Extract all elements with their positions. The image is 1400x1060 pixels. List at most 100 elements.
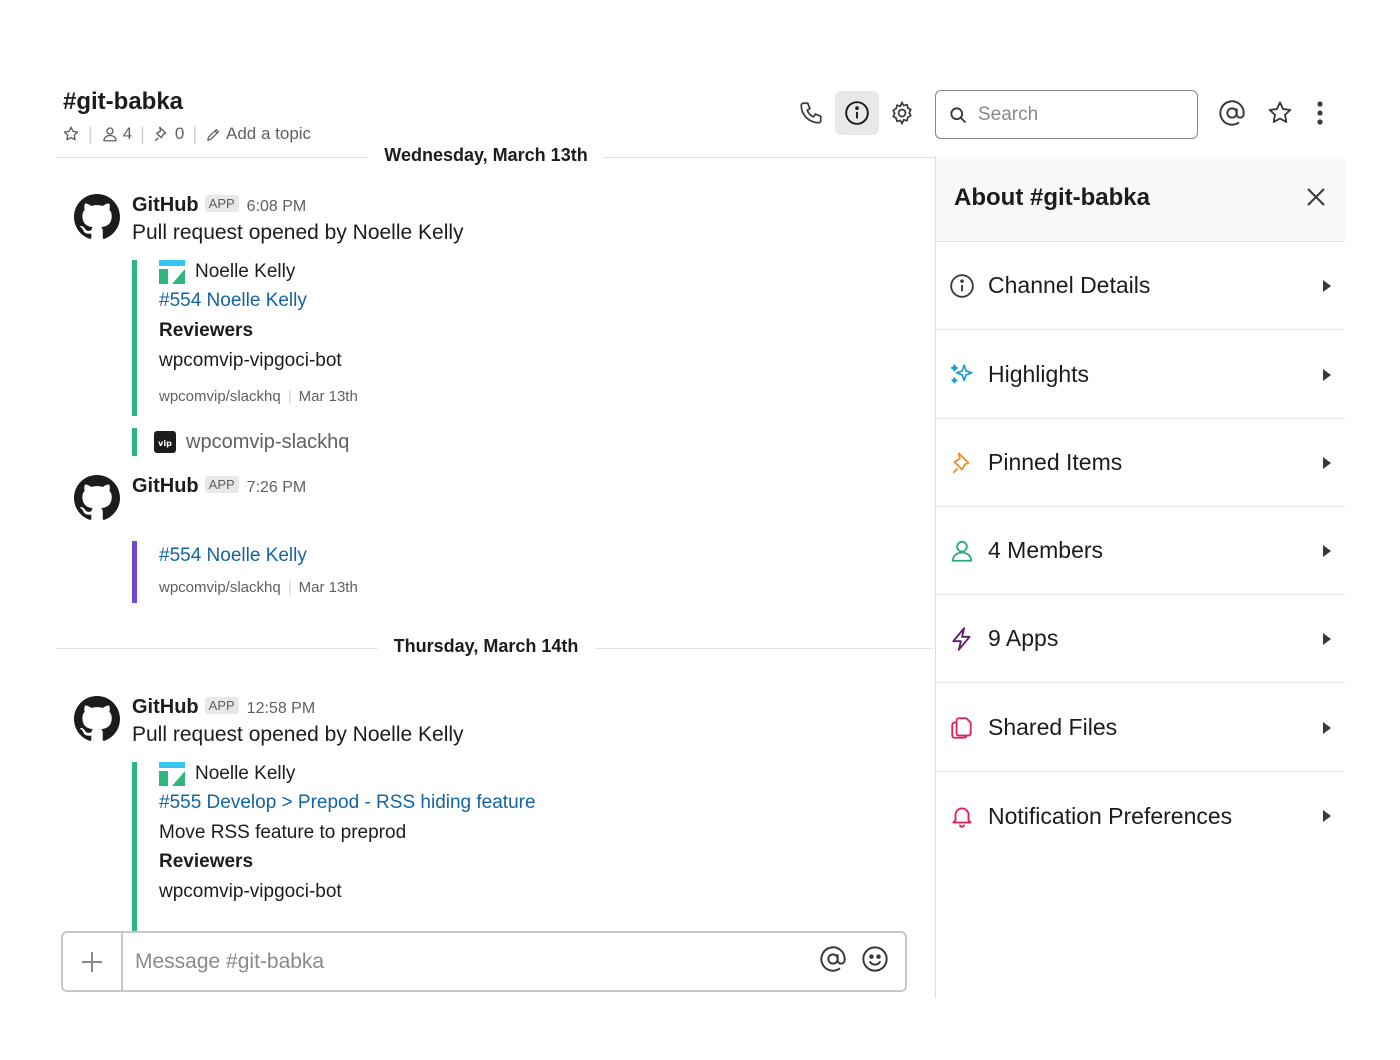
star-icon: [1268, 101, 1292, 123]
bell-icon: [949, 803, 975, 829]
sender-name[interactable]: GitHub: [132, 475, 199, 498]
attachment-description: Move RSS feature to preprod: [159, 822, 407, 843]
message-timestamp[interactable]: 12:58 PM: [247, 700, 315, 718]
attachment-title-link[interactable]: #554 Noelle Kelly: [159, 545, 307, 567]
date-divider-label[interactable]: Thursday, March 14th: [377, 636, 595, 657]
channel-details-panel: About #git-babka Channel Details Highlig…: [935, 156, 1345, 998]
caret-right-icon: [1323, 544, 1331, 557]
mentions-button[interactable]: [1210, 91, 1254, 135]
message: GitHub APP 12:58 PM Pull request opened …: [74, 696, 924, 932]
attachment: Noelle Kelly #554 Noelle Kelly Reviewers…: [132, 260, 732, 416]
close-icon: [1307, 188, 1325, 206]
caret-right-icon: [1323, 632, 1331, 645]
date-divider-label[interactable]: Wednesday, March 13th: [368, 145, 604, 166]
sender-name[interactable]: GitHub: [132, 696, 199, 719]
attachment-footer: wpcomvip/slackhq | Mar 13th: [159, 388, 358, 405]
attachment-field-title: Reviewers: [159, 320, 254, 341]
attachment-footer-repo[interactable]: wpcomvip/slackhq: [159, 579, 281, 596]
message-text: Pull request opened by Noelle Kelly: [132, 723, 464, 746]
attachment-author-name[interactable]: Noelle Kelly: [195, 763, 295, 785]
smiley-icon: [862, 946, 888, 972]
attachment: #554 Noelle Kelly wpcomvip/slackhq | Mar…: [132, 541, 732, 603]
attachment-author: Noelle Kelly: [159, 260, 295, 284]
more-menu-button[interactable]: [1298, 91, 1342, 135]
panel-item-label: Highlights: [988, 361, 1089, 387]
panel-item-apps[interactable]: 9 Apps: [936, 595, 1345, 683]
attachment-author: Noelle Kelly: [159, 762, 295, 786]
caret-right-icon: [1323, 279, 1331, 292]
panel-item-pinned[interactable]: Pinned Items: [936, 419, 1345, 507]
message-timestamp[interactable]: 6:08 PM: [247, 198, 307, 216]
message-text: Pull request opened by Noelle Kelly: [132, 221, 464, 244]
attachment-footer-date: Mar 13th: [298, 388, 358, 405]
panel-title: About #git-babka: [954, 184, 1150, 211]
message-header: GitHub APP 7:26 PM: [132, 475, 306, 498]
panel-item-notification-preferences[interactable]: Notification Preferences: [936, 772, 1345, 860]
attachment-field-value: wpcomvip-vipgoci-bot: [159, 881, 342, 902]
panel-item-label: Notification Preferences: [988, 802, 1233, 829]
message: GitHub APP 6:08 PM Pull request opened b…: [74, 194, 924, 464]
search-input[interactable]: [978, 103, 1178, 126]
call-button[interactable]: [789, 91, 833, 135]
plus-icon: [82, 951, 102, 972]
emoji-button[interactable]: [861, 945, 889, 978]
message-timestamp[interactable]: 7:26 PM: [247, 479, 307, 497]
github-avatar-icon[interactable]: [74, 475, 120, 521]
panel-item-channel-details[interactable]: Channel Details: [936, 242, 1345, 330]
search-box[interactable]: [935, 90, 1198, 139]
panel-header: About #git-babka: [936, 156, 1345, 242]
app-badge: APP: [204, 476, 239, 493]
composer-actions: [819, 945, 905, 978]
integration-row: vip wpcomvip-slackhq: [132, 428, 349, 456]
message-input[interactable]: [123, 949, 819, 974]
files-icon: [949, 715, 975, 741]
mention-button[interactable]: [819, 945, 847, 978]
channel-title[interactable]: #git-babka: [63, 88, 183, 116]
panel-item-label: Pinned Items: [988, 449, 1123, 475]
author-logo-icon: [159, 260, 185, 284]
bolt-icon: [949, 626, 975, 652]
sender-name[interactable]: GitHub: [132, 194, 199, 217]
author-logo-icon: [159, 762, 185, 786]
channel-settings-button[interactable]: [880, 91, 924, 135]
channel-header: #git-babka | 4 | 0 | Add a topic: [0, 0, 1400, 156]
integration-name[interactable]: wpcomvip-slackhq: [186, 431, 349, 454]
pin-icon: [949, 450, 975, 476]
message-header: GitHub APP 6:08 PM: [132, 194, 306, 217]
app-badge: APP: [204, 195, 239, 212]
phone-icon: [800, 102, 822, 124]
caret-right-icon: [1323, 721, 1331, 734]
date-divider: Thursday, March 14th: [56, 632, 934, 662]
panel-item-members[interactable]: 4 Members: [936, 507, 1345, 595]
svg-text:vip: vip: [158, 439, 172, 448]
attachment-author-name[interactable]: Noelle Kelly: [195, 261, 295, 283]
message-composer: [61, 931, 907, 992]
attachment-title-link[interactable]: #555 Develop > Prepod - RSS hiding featu…: [159, 792, 536, 814]
attachment-field-value: wpcomvip-vipgoci-bot: [159, 350, 342, 371]
starred-items-button[interactable]: [1258, 91, 1302, 135]
close-panel-button[interactable]: [1301, 182, 1331, 212]
at-sign-icon: [1219, 100, 1245, 126]
panel-item-highlights[interactable]: Highlights: [936, 331, 1345, 419]
github-avatar-icon[interactable]: [74, 194, 120, 240]
panel-item-shared-files[interactable]: Shared Files: [936, 684, 1345, 772]
github-avatar-icon[interactable]: [74, 696, 120, 742]
gear-icon: [892, 100, 912, 126]
caret-right-icon: [1323, 456, 1331, 469]
sparkle-icon: [949, 362, 975, 388]
at-sign-icon: [820, 946, 846, 972]
attachment-title-link[interactable]: #554 Noelle Kelly: [159, 290, 307, 312]
kebab-menu-icon: [1317, 101, 1323, 125]
app-logo-icon[interactable]: vip: [154, 431, 176, 453]
caret-right-icon: [1323, 810, 1331, 822]
person-icon: [949, 538, 975, 564]
attachment-field-title: Reviewers: [159, 851, 254, 872]
channel-details-button[interactable]: [835, 91, 879, 135]
attachment-footer: wpcomvip/slackhq | Mar 13th: [159, 579, 358, 596]
panel-item-label: 9 Apps: [988, 625, 1059, 651]
attach-button[interactable]: [63, 933, 123, 990]
date-divider: Wednesday, March 13th: [56, 141, 934, 171]
attachment-footer-repo[interactable]: wpcomvip/slackhq: [159, 388, 281, 405]
info-icon: [949, 273, 975, 299]
caret-right-icon: [1323, 368, 1331, 381]
